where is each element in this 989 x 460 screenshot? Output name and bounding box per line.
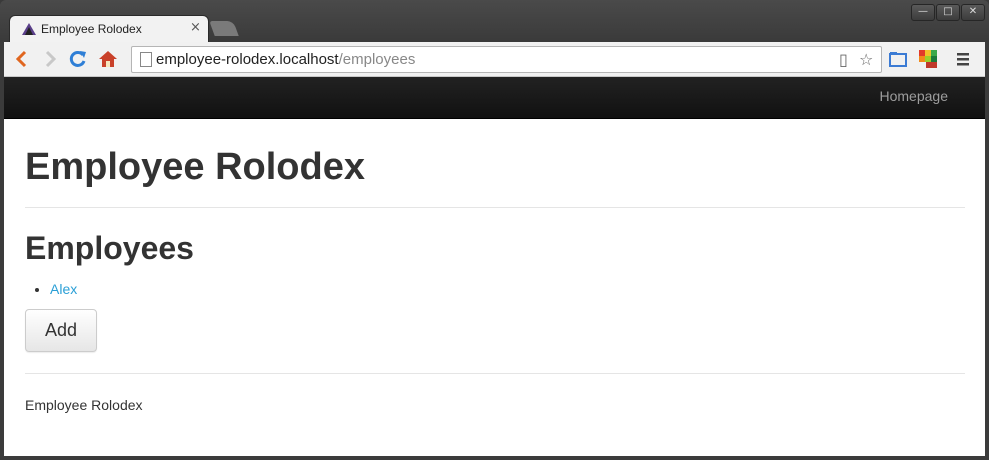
reload-icon[interactable] (68, 49, 88, 69)
url-host: employee-rolodex.localhost (156, 51, 339, 68)
forward-icon[interactable] (40, 49, 60, 69)
navbar: Homepage (4, 77, 985, 119)
footer-text: Employee Rolodex (25, 397, 143, 413)
maximize-button[interactable]: □ (936, 4, 960, 21)
url-path: /employees (338, 51, 416, 68)
browser-toolbar: employee-rolodex.localhost/employees ▯ ☆ (4, 42, 985, 77)
close-window-button[interactable]: ✕ (961, 4, 985, 21)
url-text: employee-rolodex.localhost/employees (156, 51, 415, 68)
home-icon[interactable] (98, 49, 118, 69)
tab-strip: Employee Rolodex × — □ ✕ (0, 0, 989, 42)
extension-folder-icon[interactable] (888, 49, 908, 69)
bookmark-star-icon[interactable]: ☆ (859, 50, 873, 69)
browser-window: Employee Rolodex × — □ ✕ employee-rolode… (0, 0, 989, 460)
tab-close-icon[interactable]: × (190, 20, 201, 35)
section-heading: Employees (25, 230, 194, 266)
list-item: Alex (50, 281, 77, 297)
divider (25, 207, 965, 208)
address-bar[interactable]: employee-rolodex.localhost/employees ▯ ☆ (131, 46, 882, 73)
page-icon (140, 52, 152, 67)
nav-homepage-link[interactable]: Homepage (880, 88, 949, 104)
page-viewport: Homepage Employee Rolodex Employees Alex… (4, 77, 985, 456)
reader-mode-icon[interactable]: ▯ (839, 50, 848, 69)
menu-icon[interactable] (953, 49, 973, 69)
app-favicon-icon (22, 23, 36, 35)
tab-employee-rolodex[interactable]: Employee Rolodex × (10, 16, 208, 42)
tab-title: Employee Rolodex (41, 22, 142, 36)
page-title: Employee Rolodex (25, 146, 365, 188)
color-picker-extension-icon[interactable] (918, 49, 938, 69)
divider (25, 373, 965, 374)
employee-link[interactable]: Alex (50, 281, 77, 297)
minimize-button[interactable]: — (911, 4, 935, 21)
new-tab-button[interactable] (209, 21, 239, 36)
add-button[interactable]: Add (25, 309, 97, 352)
back-icon[interactable] (12, 49, 32, 69)
employee-list: Alex (25, 281, 77, 297)
